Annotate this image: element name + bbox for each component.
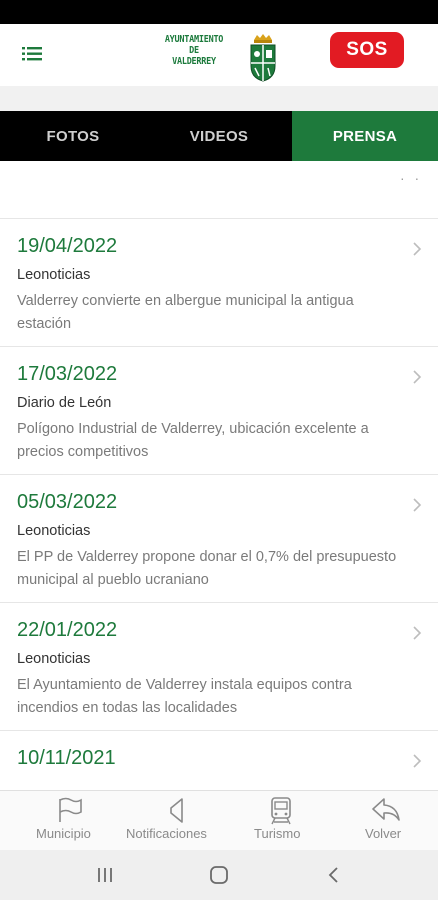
media-tabs: FOTOS VIDEOS PRENSA [0, 111, 438, 161]
news-title: Polígono Industrial de Valderrey, ubicac… [17, 421, 369, 460]
news-source: Leonoticias [17, 523, 91, 539]
back-arrow-icon [372, 798, 400, 821]
news-title: El PP de Valderrey propone donar el 0,7%… [17, 549, 397, 588]
chevron-right-icon [413, 754, 422, 768]
logo-line-3: VALDERREY [172, 56, 216, 67]
recent-apps-icon[interactable] [95, 865, 115, 885]
list-item[interactable]: 10/11/2021 [0, 731, 438, 791]
coat-of-arms-icon [250, 34, 276, 82]
tab-videos[interactable]: VIDEOS [146, 111, 292, 161]
chevron-right-icon [413, 626, 422, 640]
list-item[interactable]: 17/03/2022 Diario de León Polígono Indus… [0, 347, 438, 475]
nav-notificaciones[interactable]: Notificaciones [124, 791, 228, 851]
news-title: El Ayuntamiento de Valderrey instala equ… [17, 677, 352, 716]
news-date: 05/03/2022 [17, 491, 118, 513]
megaphone-icon [170, 798, 183, 823]
news-source: Leonoticias [17, 651, 91, 667]
news-source: Diario de León [17, 395, 112, 411]
chevron-right-icon [413, 242, 422, 256]
nav-municipio[interactable]: Municipio [30, 791, 110, 851]
status-bar [0, 0, 438, 24]
list-item[interactable]: 19/04/2022 Leonoticias Valderrey convier… [0, 219, 438, 347]
more-dots-icon: · · [400, 170, 423, 186]
logo-line-1: AYUNTAMIENTO [164, 34, 224, 45]
nav-turismo[interactable]: Turismo [248, 791, 318, 851]
logo-text: AYUNTAMIENTO DE VALDERREY [160, 34, 228, 67]
tab-prensa[interactable]: PRENSA [292, 111, 438, 161]
news-title: Valderrey convierte en albergue municipa… [17, 293, 354, 332]
logo-line-2: DE [189, 45, 199, 56]
chevron-right-icon [413, 498, 422, 512]
bottom-nav: Municipio Notificaciones Turismo Volver [0, 790, 438, 851]
train-icon [271, 797, 291, 825]
back-icon[interactable] [324, 865, 344, 885]
municipality-logo: AYUNTAMIENTO DE VALDERREY [160, 32, 280, 84]
chevron-right-icon [413, 370, 422, 384]
flag-icon [59, 797, 82, 822]
news-date: 19/04/2022 [17, 235, 118, 257]
menu-icon[interactable] [18, 41, 48, 67]
news-list: 19/04/2022 Leonoticias Valderrey convier… [0, 218, 438, 791]
nav-label: Notificaciones [126, 826, 207, 841]
sos-button[interactable]: SOS [330, 32, 404, 68]
list-item[interactable]: 05/03/2022 Leonoticias El PP de Valderre… [0, 475, 438, 603]
app-header: AYUNTAMIENTO DE VALDERREY SOS [0, 24, 438, 86]
nav-volver[interactable]: Volver [356, 791, 420, 851]
tab-fotos[interactable]: FOTOS [0, 111, 146, 161]
news-date: 22/01/2022 [17, 619, 118, 641]
nav-label: Turismo [254, 826, 301, 841]
home-icon[interactable] [209, 865, 229, 885]
news-source: Leonoticias [17, 267, 91, 283]
nav-label: Volver [365, 826, 402, 841]
nav-label: Municipio [36, 826, 91, 841]
header-spacer [0, 86, 438, 111]
news-date: 10/11/2021 [17, 747, 116, 769]
system-nav-bar [0, 850, 438, 900]
list-item[interactable]: 22/01/2022 Leonoticias El Ayuntamiento d… [0, 603, 438, 731]
news-date: 17/03/2022 [17, 363, 118, 385]
